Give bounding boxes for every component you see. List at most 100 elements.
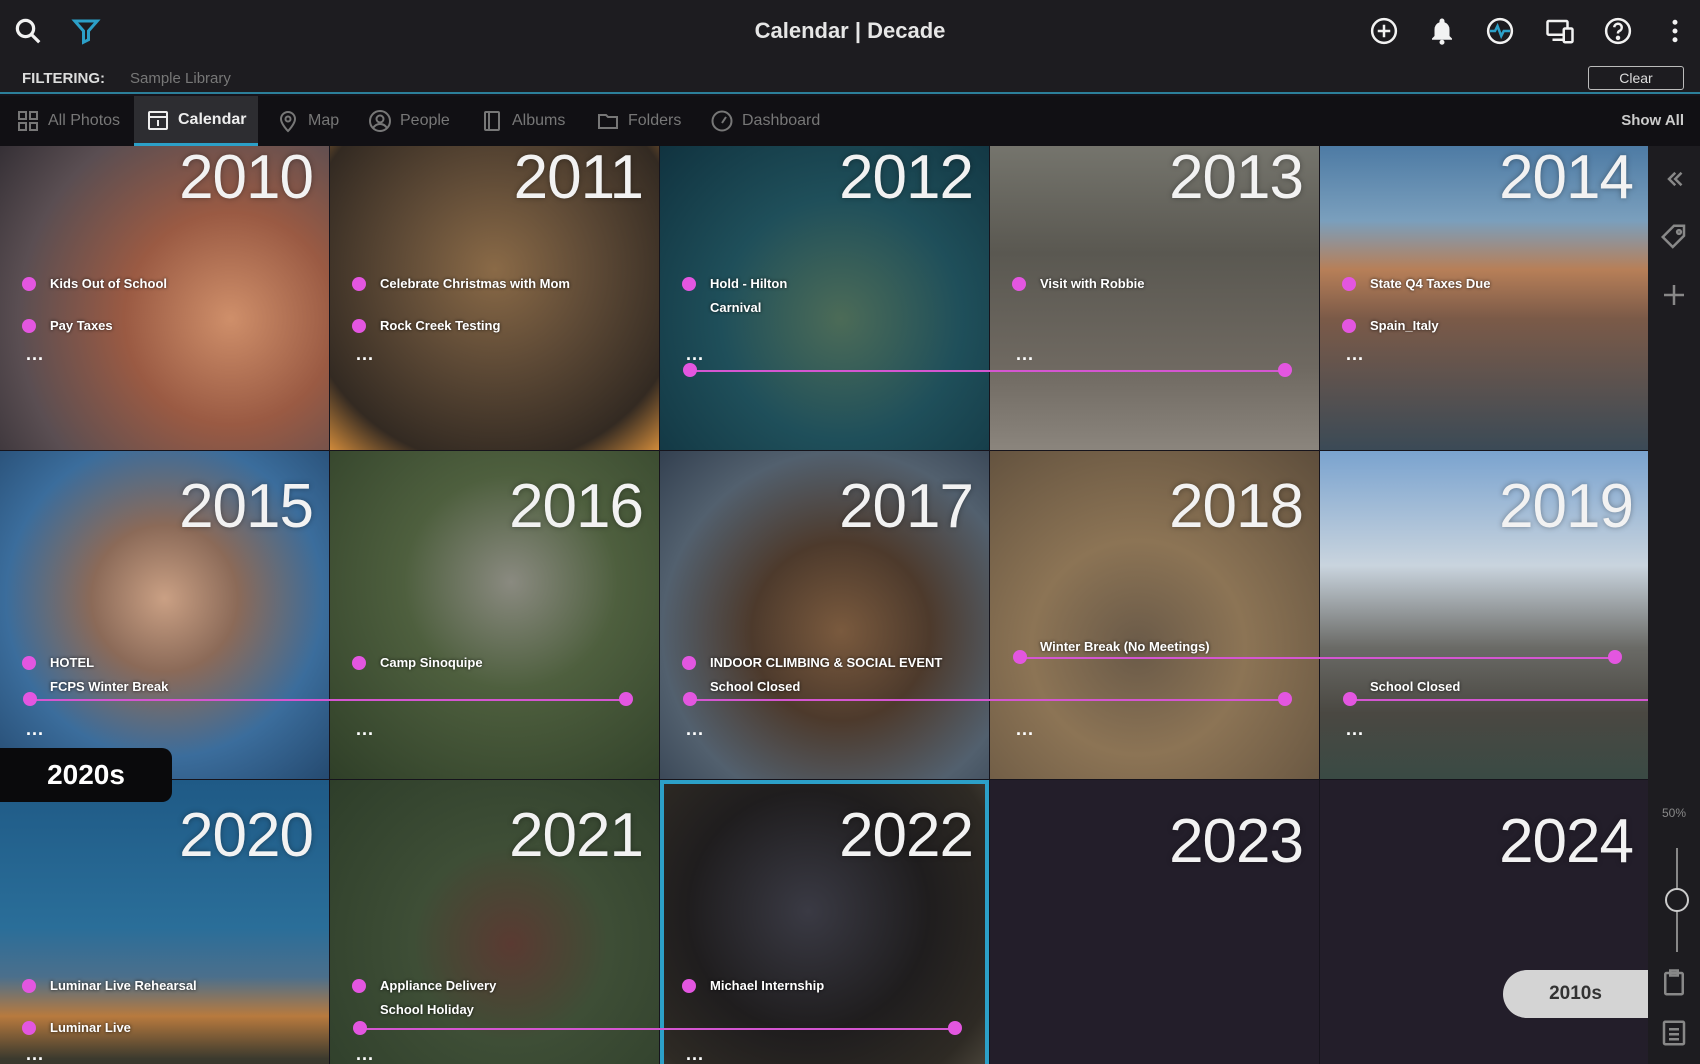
- event-item[interactable]: Michael Internship: [682, 978, 824, 993]
- more-events-button[interactable]: ...: [26, 1044, 44, 1064]
- event-dot: [22, 318, 36, 333]
- event-span: [30, 699, 626, 701]
- tab-map[interactable]: Map: [276, 96, 339, 146]
- decade-jump-button[interactable]: 2010s: [1503, 970, 1648, 1018]
- zoom-slider-handle[interactable]: [1665, 888, 1689, 912]
- year-cell-2014[interactable]: 2014 State Q4 Taxes Due Spain_Italy ...: [1320, 146, 1648, 450]
- year-label: 2014: [1499, 146, 1634, 212]
- activity-icon[interactable]: [1482, 13, 1518, 49]
- tab-all-photos[interactable]: All Photos: [10, 96, 126, 146]
- tab-people[interactable]: People: [368, 96, 450, 146]
- year-label: 2016: [509, 472, 644, 541]
- more-vertical-icon[interactable]: [1660, 13, 1690, 49]
- year-label: 2024: [1499, 807, 1634, 876]
- event-dot: [22, 1020, 36, 1035]
- event-item[interactable]: School Closed: [710, 679, 800, 694]
- tab-label: All Photos: [48, 112, 121, 129]
- tab-label: Albums: [512, 112, 566, 129]
- more-events-button[interactable]: ...: [686, 1044, 704, 1064]
- bell-icon[interactable]: [1424, 13, 1460, 49]
- tab-label: People: [400, 112, 450, 129]
- right-sidebar: [1648, 146, 1700, 1064]
- event-item[interactable]: Carnival: [710, 300, 761, 315]
- year-label: 2021: [509, 801, 644, 870]
- help-icon[interactable]: [1600, 13, 1636, 49]
- event-item[interactable]: FCPS Winter Break: [50, 679, 168, 694]
- year-cell-2017[interactable]: 2017 INDOOR CLIMBING & SOCIAL EVENT Scho…: [660, 451, 989, 779]
- event-item[interactable]: Luminar Live: [22, 1020, 131, 1035]
- tab-calendar[interactable]: Calendar: [134, 96, 259, 146]
- more-events-button[interactable]: ...: [356, 719, 374, 740]
- event-dot: [352, 276, 366, 291]
- filter-value[interactable]: Sample Library: [130, 70, 231, 87]
- year-cell-2011[interactable]: 2011 Celebrate Christmas with Mom Rock C…: [330, 146, 659, 450]
- event-item[interactable]: Visit with Robbie: [1012, 276, 1145, 291]
- event-item[interactable]: Spain_Italy: [1342, 318, 1439, 333]
- event-span: [360, 1028, 956, 1030]
- event-item[interactable]: HOTEL: [22, 655, 94, 670]
- year-cell-2022[interactable]: 2022 Michael Internship ...: [660, 780, 989, 1064]
- event-item[interactable]: School Closed: [1370, 679, 1460, 694]
- more-events-button[interactable]: ...: [686, 344, 704, 365]
- clipboard-icon[interactable]: [1659, 968, 1689, 998]
- person-icon: [369, 110, 391, 132]
- gauge-icon: [711, 110, 733, 132]
- year-label: 2013: [1169, 146, 1304, 212]
- event-item[interactable]: Camp Sinoquipe: [352, 655, 483, 670]
- more-events-button[interactable]: ...: [356, 344, 374, 365]
- more-events-button[interactable]: ...: [1346, 344, 1364, 365]
- event-dot: [1012, 276, 1026, 291]
- year-cell-2016[interactable]: 2016 Camp Sinoquipe ...: [330, 451, 659, 779]
- event-dot: [352, 318, 366, 333]
- year-label: 2012: [839, 146, 974, 212]
- tab-dashboard[interactable]: Dashboard: [710, 96, 820, 146]
- year-cell-2020[interactable]: 2020 Luminar Live Rehearsal Luminar Live…: [0, 780, 329, 1064]
- event-dot: [352, 655, 366, 670]
- zoom-level: 50%: [1661, 806, 1687, 820]
- year-cell-2023[interactable]: 2023: [990, 780, 1319, 1064]
- add-icon[interactable]: [1659, 280, 1689, 310]
- more-events-button[interactable]: ...: [1016, 344, 1034, 365]
- devices-icon[interactable]: [1542, 13, 1578, 49]
- clear-filter-button[interactable]: Clear: [1588, 66, 1684, 90]
- list-icon[interactable]: [1659, 1018, 1689, 1048]
- folder-icon: [598, 114, 618, 129]
- more-events-button[interactable]: ...: [1346, 719, 1364, 740]
- event-item[interactable]: Celebrate Christmas with Mom: [352, 276, 570, 291]
- year-cell-2012[interactable]: 2012 Hold - Hilton Carnival ...: [660, 146, 989, 450]
- event-span: [690, 370, 1290, 372]
- tab-label: Dashboard: [742, 112, 821, 129]
- event-item[interactable]: INDOOR CLIMBING & SOCIAL EVENT: [682, 655, 942, 670]
- event-item[interactable]: Appliance Delivery: [352, 978, 496, 993]
- event-item[interactable]: Kids Out of School: [22, 276, 167, 291]
- year-cell-2024[interactable]: 2024: [1320, 780, 1648, 1064]
- more-events-button[interactable]: ...: [356, 1044, 374, 1064]
- show-all-link[interactable]: Show All: [1621, 112, 1684, 129]
- more-events-button[interactable]: ...: [26, 344, 44, 365]
- tab-label: Folders: [628, 112, 682, 129]
- more-events-button[interactable]: ...: [26, 719, 44, 740]
- event-item[interactable]: State Q4 Taxes Due: [1342, 276, 1490, 291]
- year-cell-2013[interactable]: 2013 Visit with Robbie ...: [990, 146, 1319, 450]
- year-cell-2019[interactable]: 2019 School Closed ...: [1320, 451, 1648, 779]
- year-cell-2010[interactable]: 2010 Kids Out of School Pay Taxes ...: [0, 146, 329, 450]
- tab-folders[interactable]: Folders: [596, 96, 681, 146]
- event-item[interactable]: Hold - Hilton: [682, 276, 787, 291]
- event-item[interactable]: School Holiday: [380, 1002, 474, 1017]
- year-cell-2015[interactable]: 2015 HOTEL FCPS Winter Break ...: [0, 451, 329, 779]
- more-events-button[interactable]: ...: [686, 719, 704, 740]
- year-cell-2021[interactable]: 2021 Appliance Delivery School Holiday .…: [330, 780, 659, 1064]
- event-dot: [682, 655, 696, 670]
- year-label: 2010: [179, 146, 314, 212]
- event-item[interactable]: Luminar Live Rehearsal: [22, 978, 197, 993]
- event-item[interactable]: Winter Break (No Meetings): [1040, 639, 1210, 654]
- year-cell-2018[interactable]: 2018 Winter Break (No Meetings) ...: [990, 451, 1319, 779]
- event-item[interactable]: Pay Taxes: [22, 318, 113, 333]
- collapse-icon[interactable]: [1659, 164, 1689, 194]
- tag-icon[interactable]: [1659, 222, 1689, 252]
- add-circle-icon[interactable]: [1366, 13, 1402, 49]
- event-dot: [683, 363, 697, 377]
- tab-albums[interactable]: Albums: [480, 96, 565, 146]
- more-events-button[interactable]: ...: [1016, 719, 1034, 740]
- event-item[interactable]: Rock Creek Testing: [352, 318, 500, 333]
